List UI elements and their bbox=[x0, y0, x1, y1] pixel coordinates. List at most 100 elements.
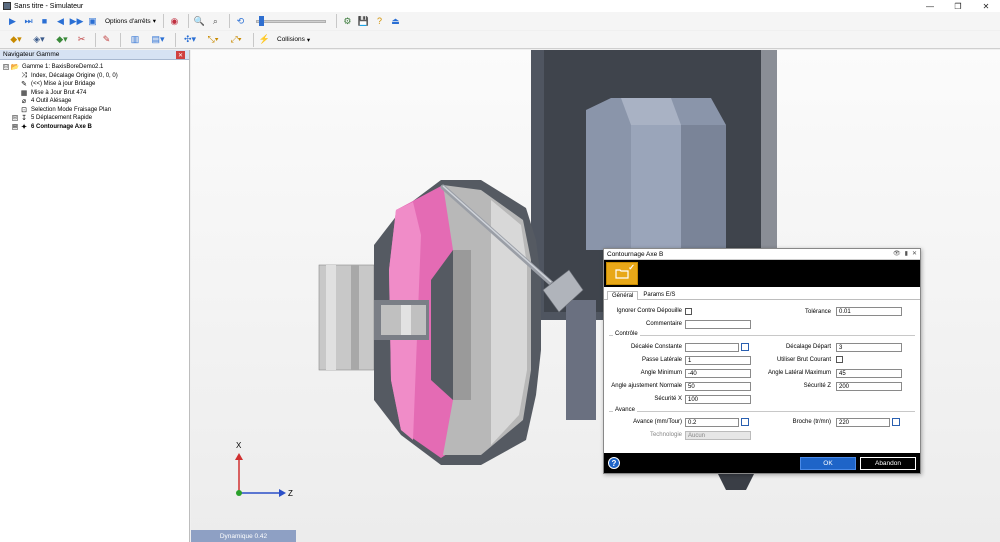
tree-item[interactable]: ✎ (<<) Mise à jour Bridage bbox=[0, 80, 189, 89]
minimize-button[interactable]: — bbox=[916, 0, 944, 12]
tool-axis-icon[interactable]: ⤡▾ bbox=[203, 33, 223, 46]
broche-label: Broche (tr/mn) bbox=[792, 419, 831, 425]
chuck-highlight bbox=[326, 265, 336, 370]
operation-icon: ✦ bbox=[21, 123, 27, 131]
eject-icon[interactable]: ⏏ bbox=[389, 15, 402, 28]
tab-params-es[interactable]: Params E/S bbox=[638, 290, 680, 299]
tree-item[interactable]: ⊡ Selection Mode Fraisage Plan bbox=[0, 106, 189, 115]
step-forward-icon[interactable]: ⏭ bbox=[22, 15, 35, 28]
tree-item-label: 4 Outil Alésage bbox=[31, 98, 72, 105]
avance-browse-button[interactable] bbox=[741, 418, 749, 426]
separator bbox=[228, 14, 230, 28]
status-bar: Dynamique 0.42 bbox=[191, 530, 296, 542]
avance-group-label: Avance bbox=[613, 407, 637, 413]
broche-input[interactable]: 220 bbox=[836, 418, 890, 427]
ignorer-checkbox[interactable] bbox=[685, 308, 692, 315]
toolpath-icon[interactable]: ✎ bbox=[100, 33, 113, 46]
fast-forward-icon[interactable]: ▶▶ bbox=[70, 15, 84, 28]
commentaire-label: Commentaire bbox=[645, 321, 682, 327]
axis-view-icon[interactable]: ✣▾ bbox=[180, 33, 200, 46]
operation-icon: ⊡ bbox=[21, 106, 27, 114]
passe-laterale-input[interactable]: 1 bbox=[685, 356, 751, 365]
angle-ajust-input[interactable]: 50 bbox=[685, 382, 751, 391]
utiliser-brut-checkbox[interactable] bbox=[836, 356, 843, 363]
collisions-icon[interactable]: ⚡ bbox=[258, 33, 271, 46]
zoom-fit-icon[interactable]: ⌕ bbox=[209, 15, 222, 28]
options-stop-label: Options d'arrêts bbox=[105, 17, 151, 25]
help-icon[interactable]: ? bbox=[373, 15, 386, 28]
tool-turret-top bbox=[621, 98, 681, 125]
cancel-button[interactable]: Abandon bbox=[860, 457, 916, 470]
tree-item-label: Selection Mode Fraisage Plan bbox=[31, 106, 112, 113]
separator bbox=[335, 14, 337, 28]
decalee-browse-button[interactable] bbox=[741, 343, 749, 351]
simulator-window: Sans titre - Simulateur — ❐ ✕ ▶ ⏭ ■ ◀ ▶▶… bbox=[0, 0, 1000, 542]
separator bbox=[187, 14, 189, 28]
fixture-display-icon[interactable]: ◈▾ bbox=[29, 33, 49, 46]
machine-settings-icon[interactable]: ⚙ bbox=[341, 15, 354, 28]
angle-lat-max-input[interactable]: 45 bbox=[836, 369, 902, 378]
operation-icon: ▦ bbox=[20, 89, 28, 97]
tolerance-input[interactable]: 0.01 bbox=[836, 307, 902, 316]
eye-icon[interactable]: 👁 bbox=[893, 250, 901, 257]
tree-item-label: Mise à Jour Brut 474 bbox=[31, 89, 87, 96]
operation-icon: ⤨ bbox=[21, 71, 27, 79]
options-stop-button[interactable]: Options d'arrêts ▾ bbox=[105, 17, 156, 26]
tool-orient-icon[interactable]: ⤢▾ bbox=[226, 33, 246, 46]
tool-display-icon[interactable]: ✂ bbox=[75, 33, 88, 46]
broche-browse-button[interactable] bbox=[892, 418, 900, 426]
view-mode-icon[interactable]: ▥ bbox=[125, 33, 145, 46]
play-icon[interactable]: ▶ bbox=[6, 15, 19, 28]
tree-item[interactable]: ⤨ Index, Décalage Origine (0, 0, 0) bbox=[0, 72, 189, 81]
tool-holder-arm bbox=[566, 300, 596, 420]
tree-item[interactable]: ⊞ ✦ 6 Contournage Axe B bbox=[0, 123, 189, 132]
close-button[interactable]: ✕ bbox=[972, 0, 1000, 12]
tree-item-label: Index, Décalage Origine (0, 0, 0) bbox=[31, 72, 118, 79]
slider-thumb[interactable] bbox=[259, 16, 265, 26]
save-icon[interactable]: 💾 bbox=[357, 15, 370, 28]
expand-toggle-icon[interactable]: ⊞ bbox=[12, 123, 18, 130]
z-axis-label: Z bbox=[288, 489, 293, 498]
collisions-button[interactable]: Collisions ▾ bbox=[277, 36, 310, 44]
rewind-icon[interactable]: ◀ bbox=[54, 15, 67, 28]
close-icon[interactable]: ✕ bbox=[176, 51, 185, 59]
operation-icon[interactable]: ✓ bbox=[606, 262, 638, 285]
stop-icon[interactable]: ■ bbox=[38, 15, 51, 28]
view-section-icon[interactable]: ▤▾ bbox=[148, 33, 168, 46]
decalage-depart-input[interactable]: 3 bbox=[836, 343, 902, 352]
avance-group: Avance bbox=[609, 407, 915, 413]
pin-icon[interactable]: ▮ bbox=[905, 250, 908, 257]
speed-icon[interactable]: ⟲ bbox=[234, 15, 247, 28]
operation-icon: ✎ bbox=[21, 81, 27, 89]
app-icon bbox=[3, 2, 11, 10]
navigator-header: Navigateur Gamme ✕ bbox=[0, 50, 189, 60]
securite-x-input[interactable]: 100 bbox=[685, 395, 751, 404]
help-icon[interactable]: ? bbox=[608, 457, 620, 469]
target-icon[interactable]: ◉ bbox=[168, 15, 181, 28]
options-stop-icon[interactable]: ▣ bbox=[86, 15, 99, 28]
restore-button[interactable]: ❐ bbox=[944, 0, 972, 12]
expand-toggle-icon[interactable]: ⊟ bbox=[3, 64, 9, 71]
avance-input[interactable]: 0.2 bbox=[685, 418, 739, 427]
ok-button[interactable]: OK bbox=[800, 457, 856, 470]
window-title: Sans titre - Simulateur bbox=[14, 2, 84, 10]
tree-item[interactable]: ⊞ ↧ 5 Déplacement Rapide bbox=[0, 114, 189, 123]
angle-min-input[interactable]: -40 bbox=[685, 369, 751, 378]
expand-toggle-icon[interactable]: ⊞ bbox=[12, 115, 18, 122]
close-icon[interactable]: ✕ bbox=[912, 250, 917, 257]
securite-z-input[interactable]: 200 bbox=[836, 382, 902, 391]
commentaire-input[interactable] bbox=[685, 320, 751, 329]
tab-general[interactable]: Général bbox=[607, 291, 639, 300]
speed-slider[interactable] bbox=[255, 16, 326, 26]
z-axis-arrow bbox=[279, 489, 286, 497]
tree-item[interactable]: ⊟ 📂 Gamme 1: BaxisBoreDemo2.1 bbox=[0, 63, 189, 72]
tolerance-label: Tolérance bbox=[804, 309, 831, 315]
simulation-toolbar: ▶ ⏭ ■ ◀ ▶▶ ▣ Options d'arrêts ▾ ◉ 🔍 ⌕ ⟲ … bbox=[0, 12, 1000, 30]
part-display-icon[interactable]: ◆▾ bbox=[52, 33, 72, 46]
zoom-icon[interactable]: 🔍 bbox=[193, 15, 206, 28]
stock-display-icon[interactable]: ◆▾ bbox=[6, 33, 26, 46]
tree-item[interactable]: ▦ Mise à Jour Brut 474 bbox=[0, 89, 189, 98]
decalee-input[interactable] bbox=[685, 343, 739, 352]
tree-item[interactable]: ⌀ 4 Outil Alésage bbox=[0, 97, 189, 106]
